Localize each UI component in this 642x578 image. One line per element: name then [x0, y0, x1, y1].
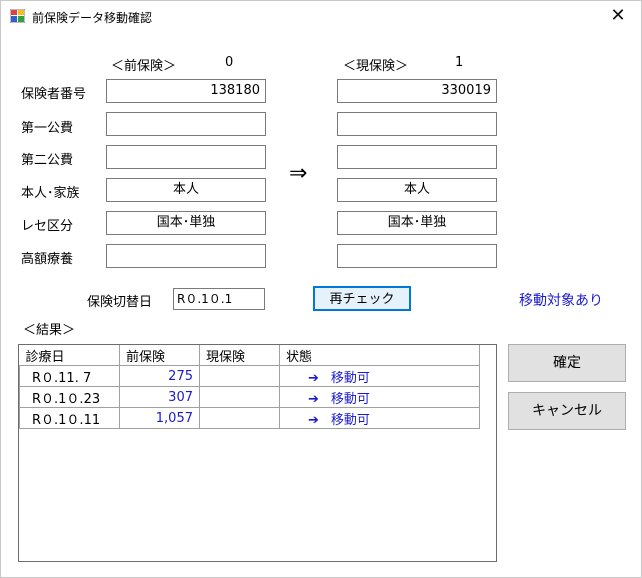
close-button[interactable]: ✕ [595, 1, 641, 31]
previous-insurance-header: ＜前保険＞ [111, 59, 177, 74]
curr-receipt-class-field[interactable]: 国本･単独 [337, 211, 497, 235]
title-bar: 前保険データ移動確認 ✕ [1, 1, 641, 31]
window-title: 前保険データ移動確認 [32, 11, 153, 25]
column-header-date[interactable]: 診療日 [19, 345, 120, 366]
curr-high-cost-field[interactable] [337, 244, 497, 268]
column-header-current[interactable]: 現保険 [199, 345, 280, 366]
status-text: 移動可 [330, 391, 370, 407]
curr-insurer-number-field[interactable]: 330019 [337, 79, 497, 103]
table-row[interactable]: R０.11. 7 275 ➔ 移動可 [19, 365, 480, 387]
dialog-window: 前保険データ移動確認 ✕ ＜前保険＞ 0 ＜現保険＞ 1 保険者番号 第一公費 … [0, 0, 642, 578]
arrow-right-icon: ➔ [308, 412, 319, 428]
prev-high-cost-field[interactable] [106, 244, 266, 268]
current-insurance-count: 1 [455, 55, 464, 70]
confirm-button[interactable]: 確定 [508, 344, 626, 382]
close-icon: ✕ [610, 5, 626, 26]
label-insurer-number: 保険者番号 [21, 87, 87, 102]
app-icon [10, 9, 25, 23]
switch-date-field[interactable]: R０.1０.1 [173, 288, 265, 310]
cell-previous: 307 [119, 386, 200, 408]
table-row[interactable]: R０.1０.23 307 ➔ 移動可 [19, 386, 480, 408]
cell-date: R０.11. 7 [19, 365, 120, 387]
column-header-previous[interactable]: 前保険 [119, 345, 200, 366]
prev-public1-field[interactable] [106, 112, 266, 136]
cancel-button[interactable]: キャンセル [508, 392, 626, 430]
previous-insurance-count: 0 [225, 55, 234, 70]
cell-date: R０.1０.23 [19, 386, 120, 408]
cell-current [199, 365, 280, 387]
results-table: 診療日 前保険 現保険 状態 R０.11. 7 275 ➔ 移動可 R０.1０.2… [19, 345, 480, 429]
cell-previous: 1,057 [119, 407, 200, 429]
recheck-button[interactable]: 再チェック [313, 286, 411, 311]
cell-date: R０.1０.11 [19, 407, 120, 429]
label-high-cost: 高額療養 [21, 252, 74, 267]
current-insurance-header: ＜現保険＞ [343, 59, 409, 74]
label-public-expense-2: 第二公費 [21, 153, 74, 168]
prev-public2-field[interactable] [106, 145, 266, 169]
label-receipt-class: レセ区分 [21, 219, 74, 234]
status-text: 移動可 [330, 370, 370, 386]
status-text: 移動可 [330, 412, 370, 428]
prev-receipt-class-field[interactable]: 国本･単独 [106, 211, 266, 235]
prev-person-family-field[interactable]: 本人 [106, 178, 266, 202]
prev-insurer-number-field[interactable]: 138180 [106, 79, 266, 103]
arrow-right-icon: ➔ [308, 370, 319, 386]
column-header-status[interactable]: 状態 [279, 345, 480, 366]
curr-person-family-field[interactable]: 本人 [337, 178, 497, 202]
grid-header-row: 診療日 前保険 現保険 状態 [19, 345, 480, 366]
cell-status: ➔ 移動可 [279, 365, 480, 387]
transfer-arrow-icon: ⇒ [289, 161, 308, 186]
results-label: ＜結果＞ [23, 323, 76, 338]
label-public-expense-1: 第一公費 [21, 121, 74, 136]
arrow-right-icon: ➔ [308, 391, 319, 407]
move-status-text: 移動対象あり [519, 293, 603, 309]
cell-current [199, 407, 280, 429]
curr-public2-field[interactable] [337, 145, 497, 169]
results-grid: 診療日 前保険 現保険 状態 R０.11. 7 275 ➔ 移動可 R０.1０.2… [18, 344, 497, 562]
label-person-family: 本人･家族 [21, 186, 80, 201]
table-row[interactable]: R０.1０.11 1,057 ➔ 移動可 [19, 407, 480, 429]
cell-previous: 275 [119, 365, 200, 387]
cell-status: ➔ 移動可 [279, 386, 480, 408]
cell-current [199, 386, 280, 408]
curr-public1-field[interactable] [337, 112, 497, 136]
cell-status: ➔ 移動可 [279, 407, 480, 429]
label-switch-date: 保険切替日 [87, 295, 153, 310]
